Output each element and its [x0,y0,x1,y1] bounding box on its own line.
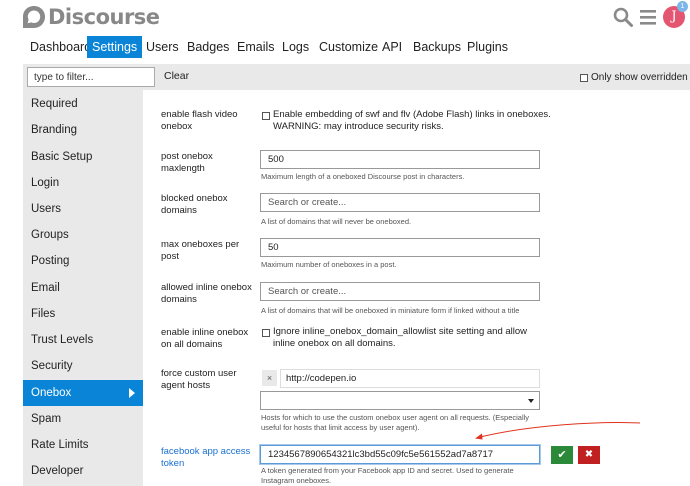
inline-domains-description: A list of domains that will be oneboxed … [261,306,520,315]
sidebar-item-groups[interactable]: Groups [23,222,143,248]
sidebar-item-required[interactable]: Required [23,91,143,117]
blocked-domains-description: A list of domains that will never be one… [261,217,412,226]
tab-backups[interactable]: Backups [408,36,466,58]
clear-filter-button[interactable]: Clear [164,70,189,82]
settings-filter-bar: Clear Only show overridden [23,64,690,90]
sidebar-item-users[interactable]: Users [23,196,143,222]
settings-category-sidebar: Required Branding Basic Setup Login User… [23,90,143,486]
search-icon[interactable] [612,6,634,28]
tab-api[interactable]: API [377,36,407,58]
inline-all-checkbox[interactable] [262,329,270,337]
remove-host-button[interactable]: × [262,370,277,386]
sidebar-item-onebox[interactable]: Onebox [23,380,143,406]
setting-label-max-oneboxes: max oneboxes per post [161,239,240,262]
sidebar-item-email[interactable]: Email [23,275,143,301]
setting-label-blocked-domains: blocked onebox domains [161,193,228,216]
flash-video-checkbox[interactable] [262,112,270,120]
sidebar-item-files[interactable]: Files [23,301,143,327]
setting-label-facebook-token: facebook app access token [161,446,251,469]
max-oneboxes-description: Maximum number of oneboxes in a post. [261,260,397,269]
sidebar-item-security[interactable]: Security [23,353,143,379]
logo-text: Discourse [48,5,160,29]
chevron-down-icon [528,399,534,403]
hamburger-menu-icon[interactable] [638,6,660,28]
setting-label-flash-video: enable flash video onebox [161,109,238,132]
sidebar-item-rate-limits[interactable]: Rate Limits [23,432,143,458]
tab-settings[interactable]: Settings [87,36,143,58]
custom-agent-host-value[interactable]: http://codepen.io [280,369,540,388]
sidebar-item-trust-levels[interactable]: Trust Levels [23,327,143,353]
setting-label-inline-domains: allowed inline onebox domains [161,282,252,305]
tab-dashboard[interactable]: Dashboard [25,36,96,58]
tab-plugins[interactable]: Plugins [462,36,513,58]
setting-label-inline-all: enable inline onebox on all domains [161,327,249,350]
sidebar-item-posting[interactable]: Posting [23,248,143,274]
maxlength-description: Maximum length of a oneboxed Discourse p… [261,172,465,181]
facebook-token-input[interactable]: 1234567890654321lc3bd55c09fc5e561552ad7a… [260,445,540,464]
site-header: Discourse J 1 [0,0,690,36]
tab-users[interactable]: Users [141,36,184,58]
cancel-setting-button[interactable]: ✖ [578,446,600,464]
facebook-token-description: A token generated from your Facebook app… [261,466,514,485]
only-overridden-checkbox[interactable] [580,74,588,82]
sidebar-item-label: Onebox [31,387,72,399]
flash-video-checkbox-label: Enable embedding of swf and flv (Adobe F… [273,109,551,132]
site-logo[interactable]: Discourse [21,3,160,31]
notification-badge[interactable]: 1 [677,1,688,12]
sidebar-item-login[interactable]: Login [23,170,143,196]
max-oneboxes-input[interactable]: 50 [260,238,540,257]
blocked-domains-input[interactable]: Search or create... [260,193,540,212]
maxlength-input[interactable]: 500 [260,150,540,169]
custom-agent-host-list: × http://codepen.io [260,369,540,388]
only-overridden-label: Only show overridden [591,72,688,83]
tab-customize[interactable]: Customize [314,36,383,58]
setting-label-maxlength: post onebox maxlength [161,151,213,174]
tab-emails[interactable]: Emails [232,36,280,58]
filter-input[interactable] [27,67,155,87]
setting-label-custom-agent: force custom user agent hosts [161,368,237,391]
sidebar-item-branding[interactable]: Branding [23,117,143,143]
sidebar-item-spam[interactable]: Spam [23,406,143,432]
annotation-arrow-icon [475,422,641,440]
save-setting-button[interactable]: ✔ [551,446,573,464]
inline-all-checkbox-label: Ignore inline_onebox_domain_allowlist si… [273,326,528,349]
sidebar-item-basic-setup[interactable]: Basic Setup [23,144,143,170]
tab-logs[interactable]: Logs [277,36,314,58]
tab-badges[interactable]: Badges [182,36,234,58]
caret-right-icon [129,388,135,398]
admin-nav-tabs: Dashboard Settings Users Badges Emails L… [0,36,690,58]
custom-agent-add-select[interactable] [260,391,540,410]
inline-domains-input[interactable]: Search or create... [260,282,540,301]
sidebar-item-developer[interactable]: Developer [23,458,143,484]
discourse-logo-icon [23,6,45,28]
